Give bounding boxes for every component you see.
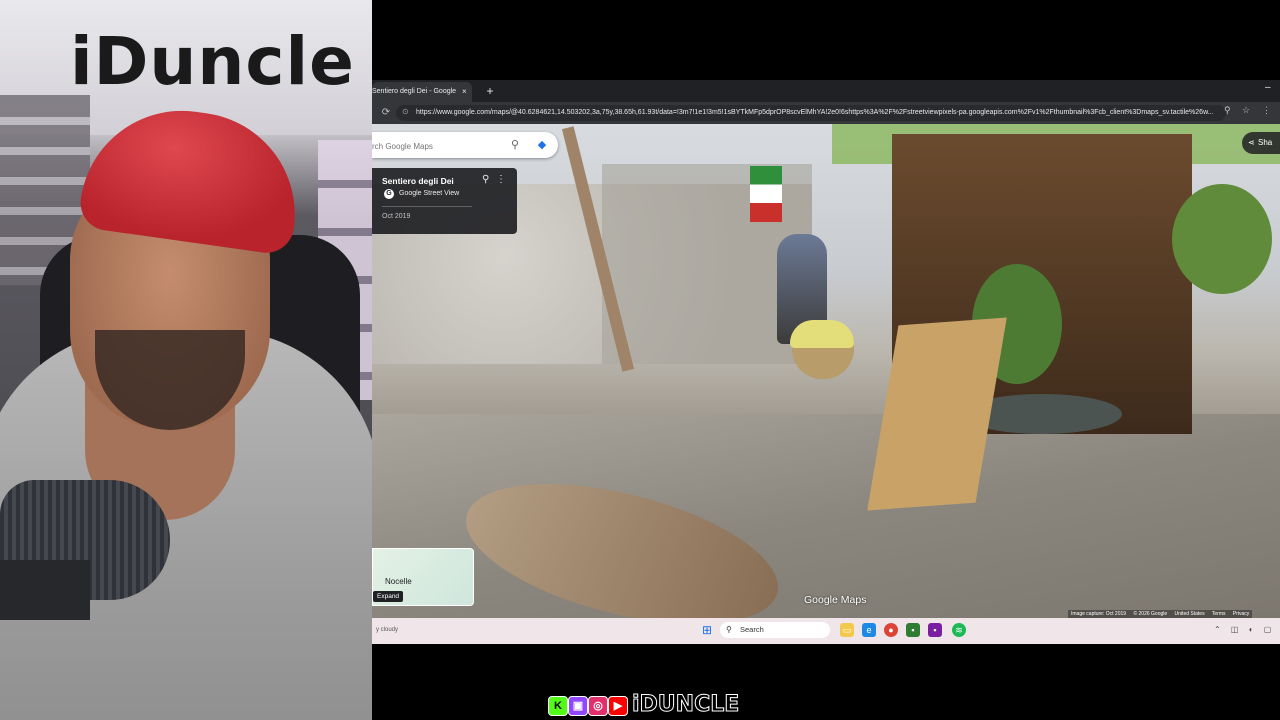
browser-window: Sentiero degli Dei - Google Ma × + – ⟳ ⊙… bbox=[372, 80, 1280, 644]
google-maps-watermark: Google Maps bbox=[804, 594, 867, 606]
tab-title: Sentiero degli Dei - Google Ma bbox=[372, 88, 458, 95]
expand-map-button[interactable]: Expand bbox=[373, 591, 404, 602]
source-label: Google Street View bbox=[399, 190, 460, 197]
instagram-icon: ◎ bbox=[588, 696, 608, 716]
minimize-icon[interactable]: – bbox=[1265, 82, 1271, 93]
youtube-icon: ▶ bbox=[608, 696, 628, 716]
search-icon[interactable]: ⚲ bbox=[508, 138, 522, 152]
country-link[interactable]: United States bbox=[1175, 611, 1205, 617]
more-options-icon[interactable]: ⋮ bbox=[496, 174, 506, 185]
url-text[interactable]: https://www.google.com/maps/@40.6284621,… bbox=[416, 105, 1216, 121]
tab-strip: Sentiero degli Dei - Google Ma × + – bbox=[372, 80, 1280, 102]
italian-flag bbox=[750, 166, 782, 222]
address-bar[interactable]: ⊙ https://www.google.com/maps/@40.628462… bbox=[396, 105, 1226, 121]
minimap[interactable]: Nocelle Expand bbox=[372, 548, 474, 606]
potted-plant-right bbox=[1172, 184, 1272, 294]
search-icon: ⚲ bbox=[726, 625, 732, 634]
bookmark-star-icon[interactable]: ☆ bbox=[1242, 105, 1250, 116]
browser-toolbar: ⟳ ⊙ https://www.google.com/maps/@40.6284… bbox=[372, 102, 1280, 124]
share-button[interactable]: ⋖ Sha bbox=[1242, 132, 1280, 154]
tab-google-maps[interactable]: Sentiero degli Dei - Google Ma × bbox=[372, 82, 472, 102]
maps-search-box: ⚲ ◆ bbox=[372, 132, 558, 160]
app-icon-green[interactable]: ▪ bbox=[906, 623, 920, 637]
terms-link[interactable]: Terms bbox=[1212, 611, 1226, 617]
spotify-icon[interactable]: ≋ bbox=[952, 623, 966, 637]
twitch-icon: ▣ bbox=[568, 696, 588, 716]
capture-date[interactable]: Oct 2019 bbox=[382, 213, 410, 220]
webcam-overlay: iDuncle bbox=[0, 0, 372, 720]
new-tab-button[interactable]: + bbox=[482, 82, 498, 100]
weather-widget[interactable]: y cloudy bbox=[376, 627, 398, 633]
location-pin-icon[interactable]: ⚲ bbox=[482, 174, 489, 185]
file-explorer-icon[interactable]: ▭ bbox=[840, 623, 854, 637]
site-info-icon[interactable]: ⊙ bbox=[402, 107, 409, 116]
edge-icon[interactable]: e bbox=[862, 623, 876, 637]
windows-taskbar: y cloudy ⊞ ⚲ Search ▭ e ● ▪ ▪ ≋ ⌃ ◫ ◐ ▢ bbox=[372, 618, 1280, 644]
share-icon: ⋖ bbox=[1248, 138, 1255, 147]
microphone-arm bbox=[0, 560, 90, 620]
lemons bbox=[790, 320, 854, 348]
attribution-bar: Image capture: Oct 2019 © 2026 Google Un… bbox=[1068, 610, 1253, 618]
zoom-icon[interactable]: ⚲ bbox=[1224, 105, 1231, 116]
image-capture-text: Image capture: Oct 2019 bbox=[1071, 611, 1127, 617]
card-divider bbox=[382, 206, 472, 207]
taskbar-search-label: Search bbox=[740, 625, 764, 634]
google-logo-icon: G bbox=[384, 189, 394, 199]
system-tray[interactable]: ⌃ ◫ ◐ ▢ bbox=[1214, 625, 1275, 634]
reload-icon[interactable]: ⟳ bbox=[378, 105, 394, 121]
privacy-link[interactable]: Privacy bbox=[1233, 611, 1249, 617]
windows-start-icon[interactable]: ⊞ bbox=[702, 624, 714, 636]
place-title[interactable]: Sentiero degli Dei bbox=[382, 176, 454, 186]
wall-sign: iDuncle bbox=[70, 23, 355, 100]
tab-close-icon[interactable]: × bbox=[462, 82, 467, 102]
search-input[interactable] bbox=[372, 132, 504, 160]
chrome-icon[interactable]: ● bbox=[884, 623, 898, 637]
place-info-card[interactable]: Sentiero degli Dei ⚲ ⋮ G Google Street V… bbox=[372, 168, 517, 234]
directions-icon[interactable]: ◆ bbox=[535, 138, 549, 152]
share-label: Sha bbox=[1258, 138, 1273, 147]
taskbar-search[interactable]: ⚲ Search bbox=[720, 622, 830, 638]
minimap-place-label: Nocelle bbox=[385, 577, 412, 586]
copyright-text: © 2026 Google bbox=[1133, 611, 1168, 617]
brand-text: iDUNCLE bbox=[631, 692, 740, 718]
app-icon-purple[interactable]: ▪ bbox=[928, 623, 942, 637]
kick-icon: K bbox=[548, 696, 568, 716]
street-view-viewport[interactable]: ⚲ ◆ Sentiero degli Dei ⚲ ⋮ G Google Stre… bbox=[372, 124, 1280, 618]
browser-menu-icon[interactable]: ⋮ bbox=[1262, 105, 1271, 116]
